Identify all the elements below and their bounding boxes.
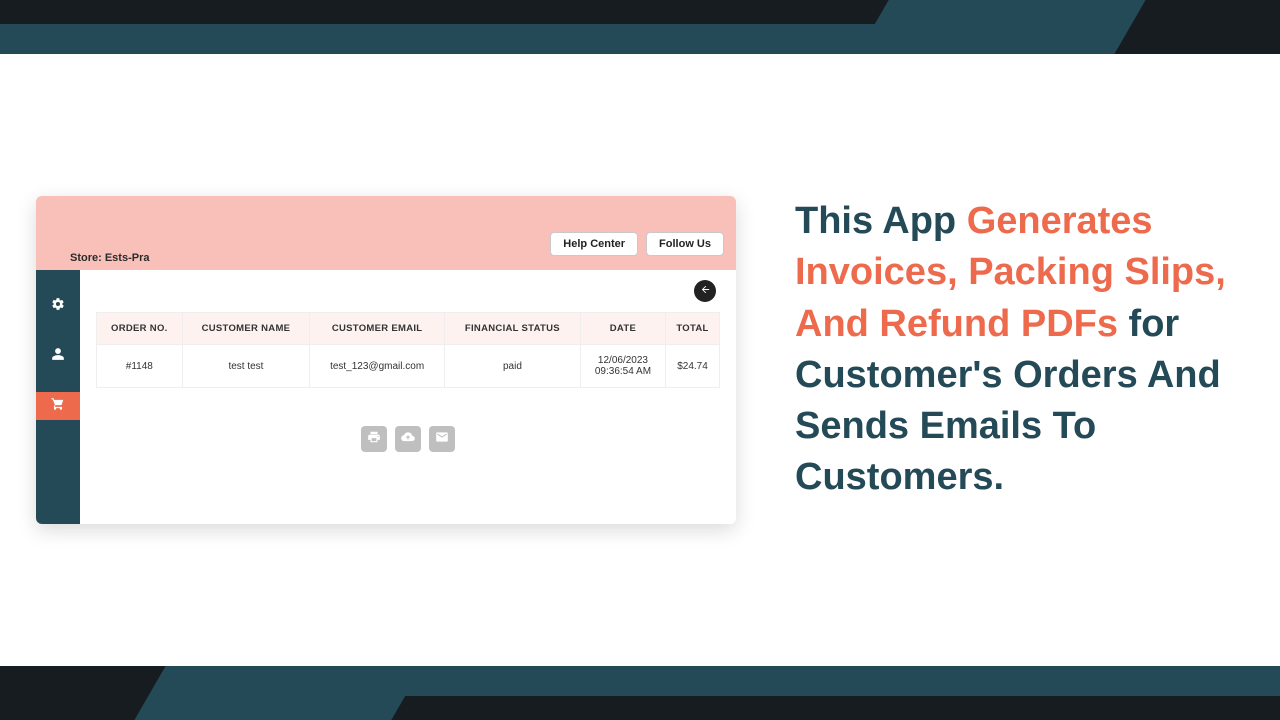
printer-icon <box>367 430 381 449</box>
sidebar-item-settings[interactable] <box>36 292 80 320</box>
download-button[interactable] <box>395 426 421 452</box>
print-button[interactable] <box>361 426 387 452</box>
user-icon <box>51 347 65 366</box>
cell-date-line1: 12/06/2023 <box>598 355 648 366</box>
follow-us-button[interactable]: Follow Us <box>646 232 724 256</box>
bottom-banner-teal <box>0 666 1280 696</box>
store-label: Store: Ests-Pra <box>70 252 149 264</box>
gear-icon <box>51 297 65 316</box>
promo-part1: This App <box>795 200 967 242</box>
header-buttons: Help Center Follow Us <box>550 232 724 256</box>
cell-customer-email: test_123@gmail.com <box>310 345 445 388</box>
email-button[interactable] <box>429 426 455 452</box>
cell-date: 12/06/2023 09:36:54 AM <box>580 345 665 388</box>
cart-icon <box>51 397 65 416</box>
col-customer-email: CUSTOMER EMAIL <box>310 313 445 345</box>
sidebar <box>36 270 80 524</box>
col-order-no: ORDER NO. <box>97 313 183 345</box>
store-prefix: Store: <box>70 252 105 264</box>
help-center-button[interactable]: Help Center <box>550 232 638 256</box>
action-row <box>96 426 720 452</box>
cell-total: $24.74 <box>666 345 720 388</box>
sidebar-item-customers[interactable] <box>36 342 80 370</box>
col-customer-name: CUSTOMER NAME <box>182 313 310 345</box>
app-screenshot: Store: Ests-Pra Help Center Follow Us <box>36 196 736 524</box>
table-row[interactable]: #1148 test test test_123@gmail.com paid … <box>97 345 720 388</box>
cell-customer-name: test test <box>182 345 310 388</box>
top-banner-teal <box>0 24 1280 54</box>
cell-financial-status: paid <box>444 345 580 388</box>
app-body: ORDER NO. CUSTOMER NAME CUSTOMER EMAIL F… <box>36 270 736 524</box>
back-button[interactable] <box>694 280 716 302</box>
cloud-download-icon <box>401 430 415 449</box>
content-area: ORDER NO. CUSTOMER NAME CUSTOMER EMAIL F… <box>80 270 736 524</box>
orders-table: ORDER NO. CUSTOMER NAME CUSTOMER EMAIL F… <box>96 312 720 388</box>
cell-date-line2: 09:36:54 AM <box>595 366 651 377</box>
col-total: TOTAL <box>666 313 720 345</box>
col-financial-status: FINANCIAL STATUS <box>444 313 580 345</box>
sidebar-item-orders[interactable] <box>36 392 80 420</box>
arrow-left-icon <box>700 282 711 300</box>
store-name: Ests-Pra <box>105 252 150 264</box>
col-date: DATE <box>580 313 665 345</box>
cell-order-no: #1148 <box>97 345 183 388</box>
mail-icon <box>435 430 449 449</box>
app-header: Store: Ests-Pra Help Center Follow Us <box>36 196 736 270</box>
promo-text: This App Generates Invoices, Packing Sli… <box>795 196 1235 504</box>
table-header-row: ORDER NO. CUSTOMER NAME CUSTOMER EMAIL F… <box>97 313 720 345</box>
